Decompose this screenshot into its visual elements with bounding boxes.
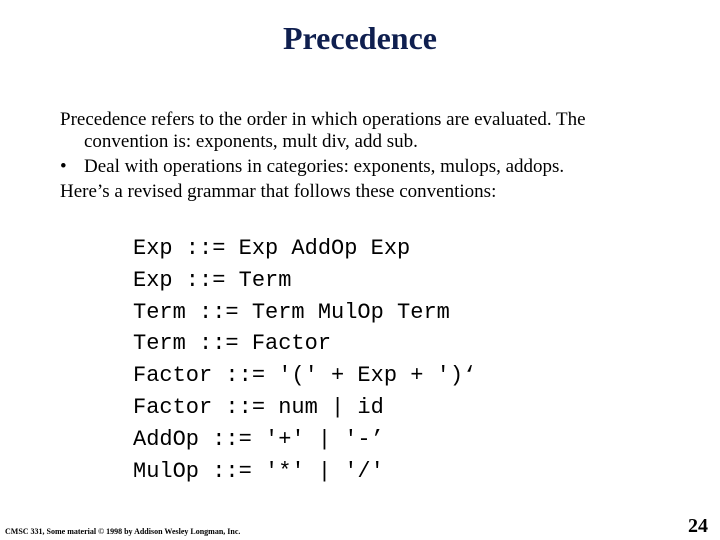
page-number: 24 <box>688 515 708 537</box>
grammar-rules: Exp ::= Exp AddOp ExpExp ::= TermTerm ::… <box>133 233 476 487</box>
bullet-icon: • <box>60 156 67 177</box>
grammar-intro: Here’s a revised grammar that follows th… <box>60 181 497 202</box>
grammar-rule: AddOp ::= '+' | '-’ <box>133 426 384 452</box>
intro-line-continued: convention is: exponents, mult div, add … <box>84 131 418 152</box>
grammar-rule: MulOp ::= '*' | '/' <box>133 458 384 484</box>
grammar-rule: Factor ::= '(' + Exp + ')‘ <box>133 363 477 389</box>
grammar-rule: Term ::= Term MulOp Term <box>133 299 450 325</box>
slide-body: Precedence refers to the order in which … <box>60 109 660 203</box>
intro-paragraph: Precedence refers to the order in which … <box>60 109 660 153</box>
bullet-text: Deal with operations in categories: expo… <box>84 156 565 177</box>
copyright-footer: CMSC 331, Some material © 1998 by Addiso… <box>5 527 241 536</box>
slide-title: Precedence <box>283 20 437 56</box>
grammar-rule: Exp ::= Exp AddOp Exp <box>133 236 411 261</box>
grammar-rule: Factor ::= num | id <box>133 394 384 420</box>
bullet-item: • Deal with operations in categories: ex… <box>60 156 660 178</box>
grammar-rule: Term ::= Factor <box>133 331 332 357</box>
intro-line: Precedence refers to the order in which … <box>60 109 586 130</box>
grammar-rule: Exp ::= Term <box>133 267 292 293</box>
